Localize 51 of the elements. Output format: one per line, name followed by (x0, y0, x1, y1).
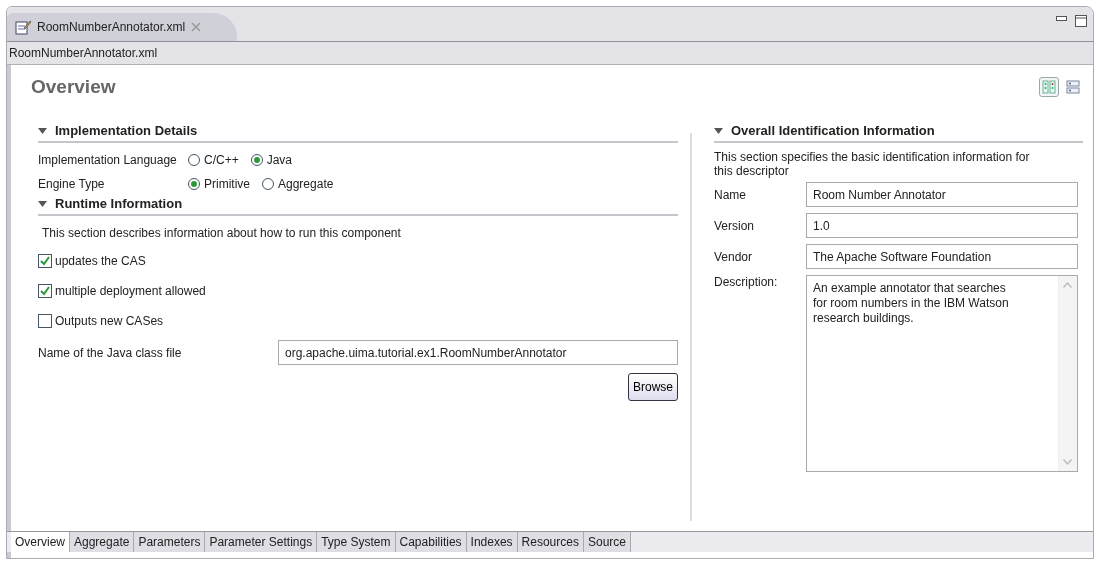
field-label: Engine Type (38, 177, 106, 191)
radio-button[interactable]: Aggregate (262, 177, 334, 191)
breadcrumb: RoomNumberAnnotator.xml (7, 42, 1093, 65)
page-tab[interactable]: Parameters (134, 532, 206, 552)
checkbox-label[interactable]: multiple deployment allowed (55, 284, 206, 298)
radio-button[interactable]: Java (250, 153, 293, 167)
document-pencil-icon (15, 19, 31, 35)
text-field[interactable]: Room Number Annotator (805, 182, 1078, 207)
checkbox-label[interactable]: updates the CAS (55, 254, 146, 268)
text-field[interactable]: 1.0 (805, 213, 1078, 238)
class-name-field[interactable]: org.apache.uima.tutorial.ex1.RoomNumberAnnotator (278, 340, 678, 365)
field-label: Name (713, 187, 747, 202)
field-label: Vendor (713, 249, 753, 264)
page-tab[interactable]: Type System (317, 532, 396, 552)
section-title: Runtime Information (55, 196, 183, 211)
page-tab[interactable]: Capabilities (395, 532, 467, 552)
triangle-icon[interactable] (38, 127, 47, 134)
page-tab[interactable]: Parameter Settings (205, 532, 318, 552)
page-tab[interactable]: Resources (517, 532, 584, 552)
checkbox[interactable] (38, 314, 52, 328)
checkbox[interactable] (38, 284, 52, 298)
page-tab[interactable]: Source (583, 532, 631, 552)
minimize-icon[interactable] (1056, 15, 1067, 23)
section-description: This section specifies the basic identification information for this descriptor (713, 149, 1031, 180)
browse-button[interactable]: Browse (628, 373, 678, 401)
section-description: This section describes information about how to run this component (41, 225, 402, 242)
radio-button[interactable]: C/C++ (188, 153, 239, 167)
page-tab[interactable]: Overview (11, 532, 70, 552)
field-label: Name of the Java class file (38, 345, 183, 360)
close-icon (191, 22, 202, 32)
text-field[interactable]: The Apache Software Foundation (805, 244, 1078, 269)
field-label: Version (713, 218, 755, 233)
triangle-icon[interactable] (38, 200, 47, 207)
scrollbar[interactable] (1057, 276, 1077, 471)
section-title: Implementation Details (55, 123, 198, 138)
radio-button[interactable]: Primitive (188, 177, 250, 191)
rows-icon (1065, 79, 1081, 95)
checkbox[interactable] (38, 254, 52, 268)
maximize-icon[interactable] (1075, 15, 1087, 27)
field-label: Description: (713, 275, 779, 289)
triangle-icon[interactable] (713, 127, 723, 134)
columns-icon (1041, 79, 1057, 95)
page-tab[interactable]: Aggregate (70, 532, 135, 552)
field-label: Implementation Language (38, 153, 178, 167)
description-field[interactable]: An example annotator that searches for room numbers in the IBM Watson research buildings. (805, 275, 1078, 472)
section-title: Overall Identification Information (730, 123, 935, 138)
rows-layout-button[interactable] (1063, 77, 1083, 97)
page-title: Overview (31, 76, 116, 98)
checkbox-label[interactable]: Outputs new CASes (55, 314, 164, 328)
page-tab[interactable]: Indexes (466, 532, 518, 552)
editor-tab[interactable]: RoomNumberAnnotator.xml (7, 13, 238, 41)
